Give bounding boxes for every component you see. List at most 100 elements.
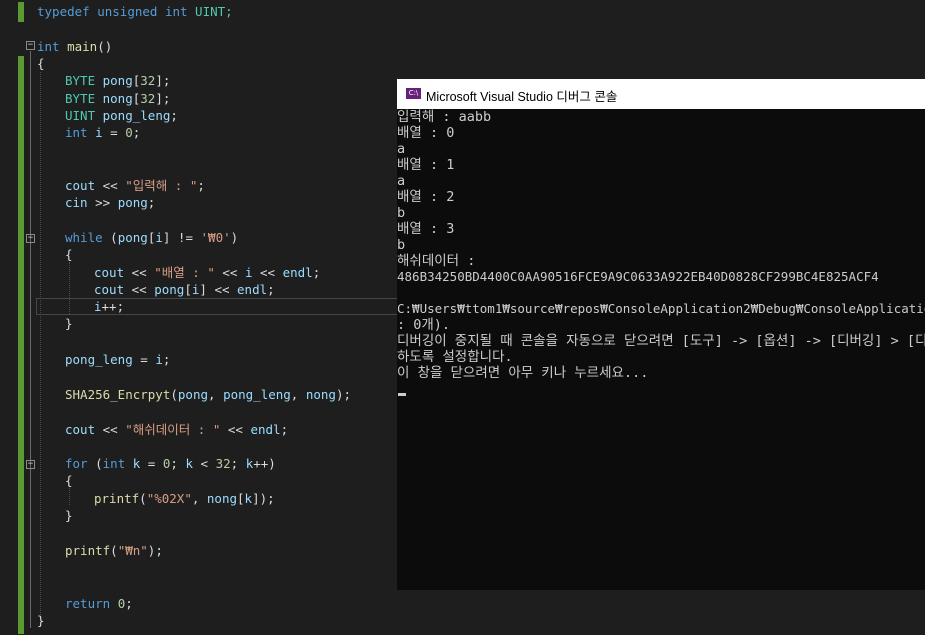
- code-token: nong: [305, 387, 336, 402]
- code-token: [: [184, 282, 192, 297]
- code-line: {: [65, 247, 73, 262]
- console-line: b: [397, 237, 406, 253]
- code-line: cout << "배열 : " << i << endl;: [94, 264, 320, 281]
- console-line: 배열 : 1: [397, 157, 455, 173]
- code-token: );: [335, 387, 352, 402]
- console-titlebar[interactable]: C:\ Microsoft Visual Studio 디버그 콘솔: [397, 79, 925, 109]
- code-token: 32: [140, 73, 156, 88]
- code-token: cin: [65, 195, 88, 210]
- code-token: BYTE: [65, 73, 96, 88]
- code-line: cout << "입력해 : ";: [65, 177, 205, 194]
- code-token: '₩0': [200, 230, 231, 245]
- code-token: ];: [155, 91, 171, 106]
- change-indicator-bar: [18, 2, 24, 22]
- code-token: ;: [132, 125, 141, 140]
- code-token: i: [94, 299, 102, 314]
- code-token: typedef: [37, 4, 90, 19]
- code-line: printf("₩n");: [65, 542, 163, 559]
- fold-collapse-icon[interactable]: −: [26, 41, 35, 50]
- code-token: =: [132, 352, 156, 367]
- code-token: cout: [65, 178, 96, 193]
- console-line: a: [397, 173, 406, 189]
- fold-collapse-icon[interactable]: −: [26, 460, 35, 469]
- console-line: 하도록 설정합니다.: [397, 349, 513, 365]
- console-line: b: [397, 205, 406, 221]
- current-line-highlight: [36, 298, 400, 315]
- console-line: 입력해 : aabb: [397, 109, 492, 125]
- code-token: int: [65, 125, 88, 140]
- code-token: (): [97, 39, 113, 54]
- code-token: k: [185, 456, 193, 471]
- code-token: ;: [170, 108, 178, 123]
- code-token: pong_leng: [223, 387, 291, 402]
- code-line: }: [65, 508, 73, 523]
- code-token: 0: [125, 125, 133, 140]
- code-line: {: [65, 473, 73, 488]
- code-token: printf: [94, 491, 140, 506]
- code-token: main: [59, 39, 98, 54]
- visual-studio-console-icon: C:\: [406, 88, 421, 99]
- console-cursor: [398, 393, 406, 396]
- code-token: ;: [230, 456, 246, 471]
- code-token: "해쉬데이터 : ": [125, 422, 221, 437]
- console-output: 입력해 : aabb 배열 : 0 a 배열 : 1 a 배열 : 2 b 배열…: [397, 109, 925, 590]
- code-token: cout: [94, 265, 125, 280]
- code-token: ;: [267, 282, 275, 297]
- code-token: ++;: [101, 299, 125, 314]
- code-token: ,: [290, 387, 306, 402]
- code-token: <<: [124, 265, 155, 280]
- code-token: return: [65, 596, 111, 611]
- code-line: int main(): [37, 38, 112, 55]
- fold-collapse-icon[interactable]: −: [26, 234, 35, 243]
- code-token: UINT;: [187, 4, 233, 19]
- code-token: k: [125, 456, 141, 471]
- debug-console-window[interactable]: C:\ Microsoft Visual Studio 디버그 콘솔 입력해 :…: [397, 79, 925, 590]
- code-token: <<: [124, 282, 155, 297]
- code-token: nong: [95, 91, 133, 106]
- code-token: ,: [191, 491, 207, 506]
- code-token: pong: [117, 230, 148, 245]
- console-title: Microsoft Visual Studio 디버그 콘솔: [426, 90, 618, 104]
- code-token: ;: [162, 352, 171, 367]
- code-token: ;: [170, 456, 186, 471]
- code-line: BYTE pong[32];: [65, 72, 170, 89]
- code-token: pong: [154, 282, 185, 297]
- code-token: ,: [208, 387, 224, 402]
- code-token: i: [155, 230, 163, 245]
- code-line: UINT pong_leng;: [65, 107, 178, 124]
- code-token: int: [102, 456, 126, 471]
- code-line: pong_leng = i;: [65, 351, 170, 368]
- code-token: pong_leng: [65, 352, 133, 367]
- code-token: while: [65, 230, 103, 245]
- code-line: return 0;: [65, 595, 133, 612]
- console-line: C:₩Users₩ttom1₩source₩repos₩ConsoleAppli…: [397, 301, 925, 316]
- code-token: ;: [147, 195, 156, 210]
- console-line: a: [397, 141, 406, 157]
- code-token: pong: [95, 73, 133, 88]
- code-line: i++;: [94, 298, 124, 315]
- code-line: }: [65, 316, 73, 331]
- code-token: (: [139, 491, 147, 506]
- code-token: UINT: [65, 108, 96, 123]
- code-token: SHA256_Encrpyt: [65, 387, 171, 402]
- code-token: endl: [282, 265, 313, 280]
- code-token: int: [37, 39, 60, 54]
- code-line: {: [37, 56, 45, 71]
- code-token: "₩n": [117, 543, 148, 558]
- code-token: pong: [177, 387, 208, 402]
- code-token: [: [237, 491, 245, 506]
- code-line: for (int k = 0; k < 32; k++): [65, 455, 276, 472]
- code-line: cout << "해쉬데이터 : " << endl;: [65, 421, 288, 438]
- code-token: for: [65, 456, 88, 471]
- code-line: }: [37, 613, 45, 628]
- console-line: 배열 : 2: [397, 189, 455, 205]
- code-token: ]);: [252, 491, 275, 506]
- code-token: i: [87, 125, 103, 140]
- code-line: BYTE nong[32];: [65, 90, 170, 107]
- code-token: ] !=: [162, 230, 201, 245]
- code-token: <<: [95, 178, 126, 193]
- code-token: <<: [252, 265, 283, 280]
- code-token: <<: [95, 422, 126, 437]
- code-token: "배열 : ": [154, 265, 215, 280]
- code-token: pong: [117, 195, 148, 210]
